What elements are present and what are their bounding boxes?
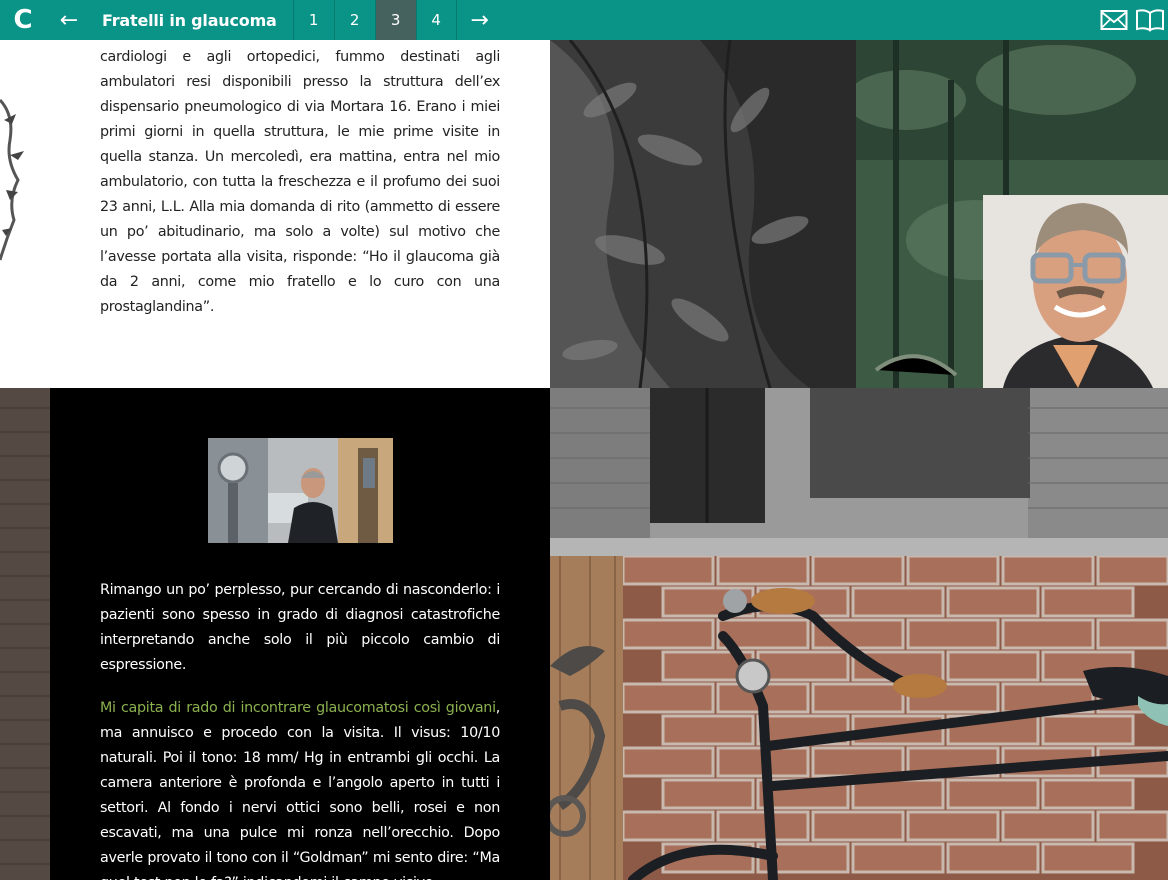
page-4-button[interactable]: 4 — [415, 0, 457, 40]
paragraph-continuation: , ma annuisco e procedo con la visita. I… — [100, 700, 500, 880]
brick-wall-strip-image — [0, 388, 50, 880]
bicycle-brick-wall-photo — [623, 556, 1168, 880]
page-3-button[interactable]: 3 — [374, 0, 416, 40]
highlighted-quote: Mi capita di rado di incontrare glaucoma… — [100, 700, 496, 716]
bw-old-door-photo — [550, 388, 1168, 556]
page-2-button[interactable]: 2 — [333, 0, 375, 40]
article-title: Fratelli in glaucoma — [102, 10, 277, 30]
page-1-button[interactable]: 1 — [292, 0, 334, 40]
article-paragraph: Mi capita di rado di incontrare glaucoma… — [100, 696, 500, 880]
bw-foliage-photo — [550, 40, 856, 388]
top-navigation-bar: C ← Fratelli in glaucoma 1 2 3 4 → — [0, 0, 1168, 40]
previous-arrow-button[interactable]: ← — [46, 0, 92, 40]
magazine-logo[interactable]: C — [0, 0, 46, 40]
article-text-panel-top: cardiologi e agli ortopedici, fummo dest… — [0, 40, 550, 388]
book-icon[interactable] — [1132, 0, 1168, 40]
article-body-text: Rimango un po’ perplesso, pur cercando d… — [100, 578, 500, 880]
mail-icon[interactable] — [1096, 0, 1132, 40]
article-paragraph: cardiologi e agli ortopedici, fummo dest… — [100, 49, 500, 315]
article-paragraph: Rimango un po’ perplesso, pur cercando d… — [100, 582, 500, 673]
next-arrow-button[interactable]: → — [457, 0, 503, 40]
tree-branch-decoration — [0, 98, 24, 261]
topbar-tools — [1096, 0, 1168, 40]
door-knocker-photo — [550, 556, 623, 880]
author-portrait-photo[interactable] — [983, 195, 1168, 388]
article-text-panel-bottom: Rimango un po’ perplesso, pur cercando d… — [50, 388, 550, 880]
doctor-in-office-photo[interactable] — [208, 438, 393, 543]
